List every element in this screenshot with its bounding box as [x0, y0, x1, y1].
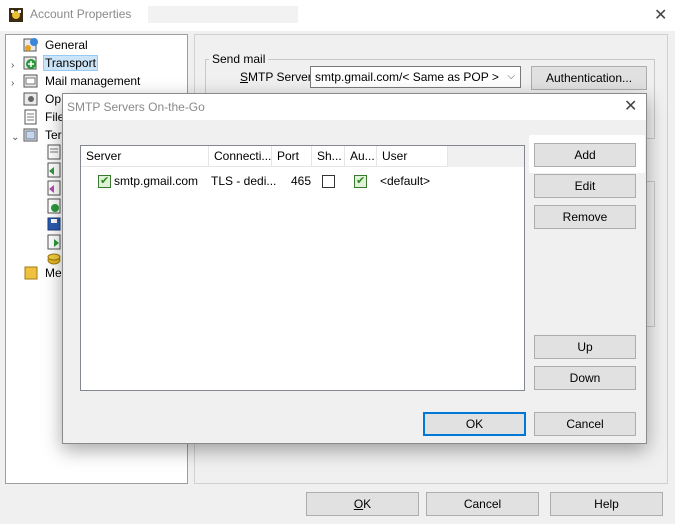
transport-icon	[23, 55, 39, 71]
dialog-close-icon[interactable]: ✕	[624, 99, 637, 115]
window-close-icon[interactable]: ✕	[654, 8, 667, 24]
chevron-down-icon: ⌵	[507, 71, 515, 82]
authentication-button[interactable]: Authentication...	[531, 66, 647, 90]
app-icon	[8, 7, 24, 23]
column-header-server[interactable]: Server	[81, 146, 209, 167]
chevron-right-icon[interactable]: ›	[11, 60, 14, 71]
tree-item-files[interactable]: File	[11, 108, 66, 126]
outer-help-button[interactable]: Help	[550, 492, 663, 516]
column-header-user[interactable]: User	[377, 146, 448, 167]
row-server[interactable]: smtp.gmail.com	[114, 172, 198, 190]
tree-item-transport[interactable]: › Transport	[11, 54, 98, 72]
row-connection: TLS - dedi...	[211, 174, 277, 188]
column-header-port[interactable]: Port	[272, 146, 312, 167]
row-port: 465	[291, 174, 312, 188]
server-enabled-checkbox[interactable]	[98, 174, 111, 188]
message-folder-icon	[23, 265, 39, 281]
column-header-connection[interactable]: Connecti...	[209, 146, 272, 167]
tree-item-general[interactable]: General	[11, 36, 90, 54]
tree-item-mail-management[interactable]: › Mail management	[11, 72, 142, 90]
send-mail-group-title: Send mail	[209, 52, 269, 66]
tree-item-message-folder[interactable]: Me	[11, 264, 64, 282]
mail-management-icon	[23, 73, 39, 89]
row-auth-checkbox[interactable]	[354, 174, 367, 188]
template-confirm-icon[interactable]	[46, 198, 62, 217]
files-icon	[23, 109, 39, 125]
dialog-title: SMTP Servers On-the-Go	[67, 100, 205, 114]
smtp-server-combo[interactable]: smtp.gmail.com/< Same as POP > ⌵	[310, 66, 521, 88]
templates-icon	[23, 127, 39, 143]
chevron-right-icon[interactable]: ›	[11, 78, 14, 89]
chevron-down-icon[interactable]: ⌄	[11, 132, 19, 143]
window-title: Account Properties	[30, 7, 132, 21]
smtp-servers-dialog: SMTP Servers On-the-Go ✕ Server Connecti…	[62, 93, 647, 444]
tree-item-options[interactable]: Op	[11, 90, 63, 108]
column-header-auth[interactable]: Au...	[345, 146, 377, 167]
column-header-filler	[448, 146, 524, 167]
up-button[interactable]: Up	[534, 335, 636, 359]
dialog-title-bar: SMTP Servers On-the-Go ✕	[63, 94, 646, 120]
outer-ok-button[interactable]: OK	[306, 492, 419, 516]
general-icon	[23, 37, 39, 53]
outer-cancel-button[interactable]: Cancel	[426, 492, 539, 516]
template-reply-icon[interactable]	[46, 180, 62, 199]
options-icon	[23, 91, 39, 107]
template-subitem-icon[interactable]	[46, 144, 62, 163]
smtp-server-label: SMTP Server	[240, 70, 312, 84]
row-shared-checkbox[interactable]	[322, 175, 335, 188]
row-user: <default>	[380, 174, 431, 188]
down-button[interactable]: Down	[534, 366, 636, 390]
remove-button[interactable]: Remove	[534, 205, 636, 229]
template-save-icon[interactable]	[46, 216, 62, 235]
dialog-cancel-button[interactable]: Cancel	[534, 412, 636, 436]
outer-title-bar: Account Properties ✕	[0, 0, 675, 31]
title-redacted-area	[148, 6, 298, 23]
edit-button[interactable]: Edit	[534, 174, 636, 198]
dialog-ok-button[interactable]: OK	[423, 412, 526, 436]
add-button[interactable]: Add	[534, 143, 636, 167]
smtp-server-list[interactable]: Server Connecti... Port Sh... Au... User…	[80, 145, 525, 391]
template-new-message-icon[interactable]	[46, 162, 62, 181]
tree-item-templates[interactable]: ⌄ Ter	[11, 126, 64, 144]
column-header-shared[interactable]: Sh...	[312, 146, 345, 167]
